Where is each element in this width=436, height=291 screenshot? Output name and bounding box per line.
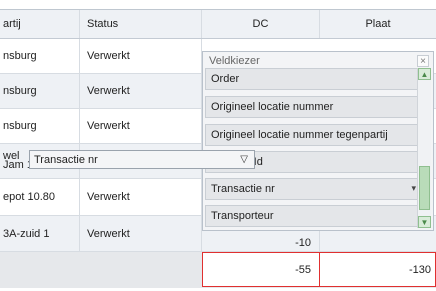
field-item-origineel-locatie-nummer-tegenpartij[interactable]: Origineel locatie nummer tegenpartij [205,124,419,146]
cell-partij: nsburg [0,109,80,143]
column-header-partij[interactable]: artij [0,10,80,38]
field-item-transporteur[interactable]: Transporteur [205,205,419,227]
field-item-origineel-locatie-nummer[interactable]: Origineel locatie nummer [205,96,419,118]
close-icon[interactable]: × [417,55,429,67]
total-plaat-cell[interactable]: -130 [320,252,436,287]
field-item-order[interactable]: Order [205,68,419,90]
top-bar [0,0,436,9]
field-item-transactie-nr[interactable]: Transactie nr ▾ [205,178,419,200]
column-header-status[interactable]: Status [80,10,202,38]
dragged-field-label: Transactie nr [34,153,98,166]
dragged-field-transactie-nr[interactable]: Transactie nr ▽ [29,150,255,169]
grid-header-row: artij Status DC Plaat [0,10,436,39]
chevron-down-icon: ▾ [411,183,416,193]
scroll-up-icon[interactable]: ▲ [418,68,431,80]
column-header-plaat[interactable]: Plaat [320,10,436,38]
total-dc-cell[interactable]: -55 [202,252,320,287]
veldkiezer-title: Veldkiezer [209,55,260,67]
field-list-scrollbar[interactable]: ▲ ▼ [417,68,431,228]
cell-status: Verwerkt [80,39,202,73]
scrollbar-thumb[interactable] [419,166,430,210]
column-header-dc[interactable]: DC [202,10,320,38]
cell-partij: epot 10.80 [0,179,80,215]
cell-status: Verwerkt [80,109,202,143]
cell-status: Verwerkt [80,74,202,108]
field-item-label: Transactie nr [211,183,275,195]
cell-partij: nsburg [0,39,80,73]
cell-partij: 3A-zuid 1 [0,216,80,251]
cell-status: Verwerkt [80,179,202,215]
cell-partij: nsburg [0,74,80,108]
scroll-down-icon[interactable]: ▼ [418,216,431,228]
triangle-down-icon: ▽ [240,154,248,165]
cell-status: Verwerkt [80,216,202,251]
field-list: Order Origineel locatie nummer Origineel… [205,68,419,230]
veldkiezer-panel: Veldkiezer × Order Origineel locatie num… [202,51,434,231]
